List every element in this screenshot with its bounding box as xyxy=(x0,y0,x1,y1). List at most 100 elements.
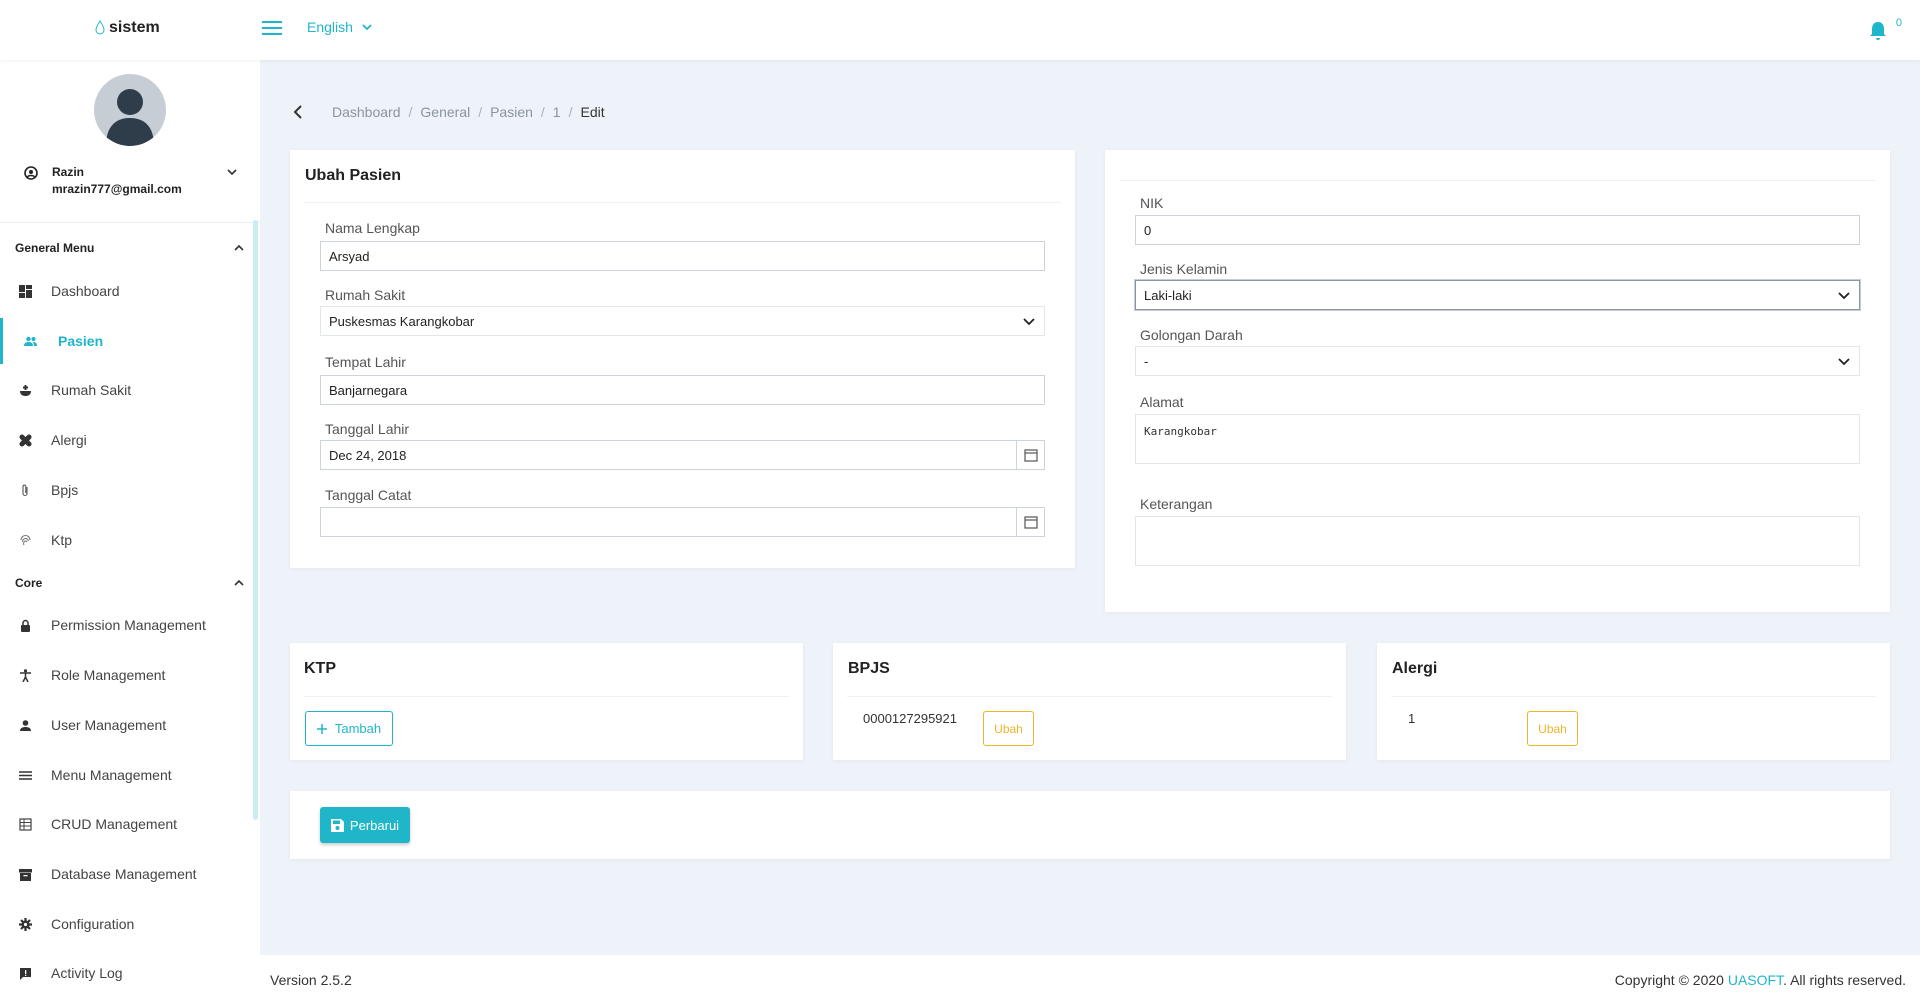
rumah-sakit-select[interactable]: Puskesmas Karangkobar xyxy=(320,306,1045,336)
jenis-kelamin-select[interactable]: Laki-laki xyxy=(1135,280,1860,310)
nik-value: 0 xyxy=(1144,222,1152,238)
calendar-icon[interactable] xyxy=(1016,441,1044,469)
alamat-value: Karangkobar xyxy=(1144,425,1217,438)
sidebar-item-ktp[interactable]: Ktp xyxy=(0,517,253,563)
alergi-card: Alergi 1 Ubah xyxy=(1377,643,1890,760)
paperclip-icon xyxy=(19,484,32,497)
tanggal-lahir-label: Tanggal Lahir xyxy=(325,421,410,437)
golongan-darah-select[interactable]: - xyxy=(1135,346,1860,376)
edit-alergi-button[interactable]: Ubah xyxy=(1527,711,1578,746)
general-menu-header[interactable]: General Menu xyxy=(15,241,245,255)
sidebar-item-crud-management[interactable]: CRUD Management xyxy=(0,801,253,847)
chevron-down-icon xyxy=(1023,318,1035,326)
sidebar-item-label: CRUD Management xyxy=(51,816,178,832)
sidebar-item-rumah-sakit[interactable]: Rumah Sakit xyxy=(0,367,253,413)
bell-icon[interactable] xyxy=(1868,20,1888,42)
sidebar-item-role-management[interactable]: Role Management xyxy=(0,652,253,698)
sidebar-item-label: Menu Management xyxy=(51,767,172,783)
bpjs-card: BPJS 0000127295921 Ubah xyxy=(833,643,1346,760)
golongan-darah-value: - xyxy=(1144,353,1149,369)
language-dropdown[interactable]: English xyxy=(307,19,373,35)
chevron-up-icon xyxy=(234,579,244,586)
keterangan-label: Keterangan xyxy=(1140,496,1213,512)
ktp-title: KTP xyxy=(304,660,336,677)
plus-icon xyxy=(316,723,327,734)
edit-bpjs-button[interactable]: Ubah xyxy=(983,711,1034,746)
back-arrow-icon[interactable] xyxy=(290,104,306,120)
company-link[interactable]: UASOFT xyxy=(1728,972,1783,988)
tempat-lahir-value: Banjarnegara xyxy=(329,382,408,398)
breadcrumb-pasien[interactable]: Pasien xyxy=(490,104,533,120)
card-divider xyxy=(304,202,1061,203)
core-header[interactable]: Core xyxy=(15,576,245,590)
edit-patient-card: Ubah Pasien Nama Lengkap Arsyad Rumah Sa… xyxy=(290,150,1075,568)
bpjs-title: BPJS xyxy=(848,660,890,677)
sidebar-item-alergi[interactable]: Alergi xyxy=(0,417,253,463)
calendar-icon[interactable] xyxy=(1016,508,1044,536)
breadcrumb-record[interactable]: 1 xyxy=(553,104,561,120)
sidebar-item-user-management[interactable]: User Management xyxy=(0,702,253,748)
alamat-label: Alamat xyxy=(1140,394,1184,410)
breadcrumb-dashboard[interactable]: Dashboard xyxy=(332,104,401,120)
sidebar-item-label: Configuration xyxy=(51,916,135,932)
card-title: Ubah Pasien xyxy=(305,167,402,184)
sidebar-item-label: Pasien xyxy=(58,333,104,349)
notification-count: 0 xyxy=(1895,17,1902,29)
alamat-textarea[interactable]: Karangkobar xyxy=(1135,414,1860,464)
sidebar-item-pasien[interactable]: Pasien xyxy=(0,318,253,364)
sidebar-item-menu-management[interactable]: Menu Management xyxy=(0,752,253,798)
avatar xyxy=(94,74,166,146)
nama-lengkap-input[interactable]: Arsyad xyxy=(320,241,1045,271)
breadcrumb: Dashboard / General / Pasien / 1 / Edit xyxy=(290,104,605,120)
user-profile-toggle[interactable]: Razin mrazin777@gmail.com xyxy=(24,164,244,198)
chevron-down-icon xyxy=(227,169,237,176)
tempat-lahir-input[interactable]: Banjarnegara xyxy=(320,375,1045,405)
sidebar-item-bpjs[interactable]: Bpjs xyxy=(0,467,253,513)
sidebar-item-label: Permission Management xyxy=(51,617,206,633)
add-ktp-button[interactable]: Tambah xyxy=(305,711,393,746)
hamburger-menu-icon[interactable] xyxy=(262,21,282,37)
feedback-icon xyxy=(19,967,32,980)
breadcrumb-separator: / xyxy=(408,104,413,120)
copyright-prefix: Copyright © 2020 xyxy=(1614,972,1728,988)
nama-lengkap-label: Nama Lengkap xyxy=(325,220,420,236)
tanggal-lahir-input[interactable]: Dec 24, 2018 xyxy=(320,440,1045,470)
logo[interactable]: sistem xyxy=(95,19,160,37)
sidebar-item-configuration[interactable]: Configuration xyxy=(0,901,253,947)
card-divider xyxy=(847,696,1332,697)
alergi-value: 1 xyxy=(1408,711,1416,726)
user-icon xyxy=(19,719,32,732)
nik-input[interactable]: 0 xyxy=(1135,215,1860,245)
submit-card: Perbarui xyxy=(290,791,1890,859)
sidebar-item-label: Rumah Sakit xyxy=(51,382,132,398)
chevron-down-icon xyxy=(1838,292,1850,300)
tanggal-catat-input[interactable] xyxy=(320,507,1045,537)
sidebar-item-activity-log[interactable]: Activity Log xyxy=(0,950,253,996)
chevron-down-icon xyxy=(1838,358,1850,366)
breadcrumb-general[interactable]: General xyxy=(420,104,470,120)
edit-bpjs-label: Ubah xyxy=(994,721,1023,736)
card-divider xyxy=(1391,696,1876,697)
sidebar-item-permission-management[interactable]: Permission Management xyxy=(0,602,253,648)
footer: Version 2.5.2 Copyright © 2020 UASOFT. A… xyxy=(260,955,1920,1007)
sidebar-item-label: Bpjs xyxy=(51,482,79,498)
general-menu-title: General Menu xyxy=(15,241,95,255)
jenis-kelamin-label: Jenis Kelamin xyxy=(1140,261,1228,277)
sidebar-item-database-management[interactable]: Database Management xyxy=(0,851,253,897)
fingerprint-icon xyxy=(19,534,32,547)
breadcrumb-separator: / xyxy=(540,104,545,120)
sidebar-item-label: User Management xyxy=(51,717,167,733)
card-divider xyxy=(304,696,789,697)
patient-details-card: NIK 0 Jenis Kelamin Laki-laki Golongan D… xyxy=(1105,150,1890,612)
chevron-up-icon xyxy=(234,244,244,251)
breadcrumb-separator: / xyxy=(478,104,483,120)
sidebar-scrollbar[interactable] xyxy=(253,220,258,820)
update-button[interactable]: Perbarui xyxy=(320,807,410,843)
language-label: English xyxy=(307,19,353,35)
copyright-suffix: . All rights reserved. xyxy=(1783,972,1906,988)
sidebar-item-dashboard[interactable]: Dashboard xyxy=(0,268,253,314)
top-bar: sistem English 0 xyxy=(0,0,1920,60)
version-text: Version 2.5.2 xyxy=(270,972,352,988)
sidebar-item-label: Database Management xyxy=(51,866,197,882)
keterangan-textarea[interactable] xyxy=(1135,516,1860,566)
